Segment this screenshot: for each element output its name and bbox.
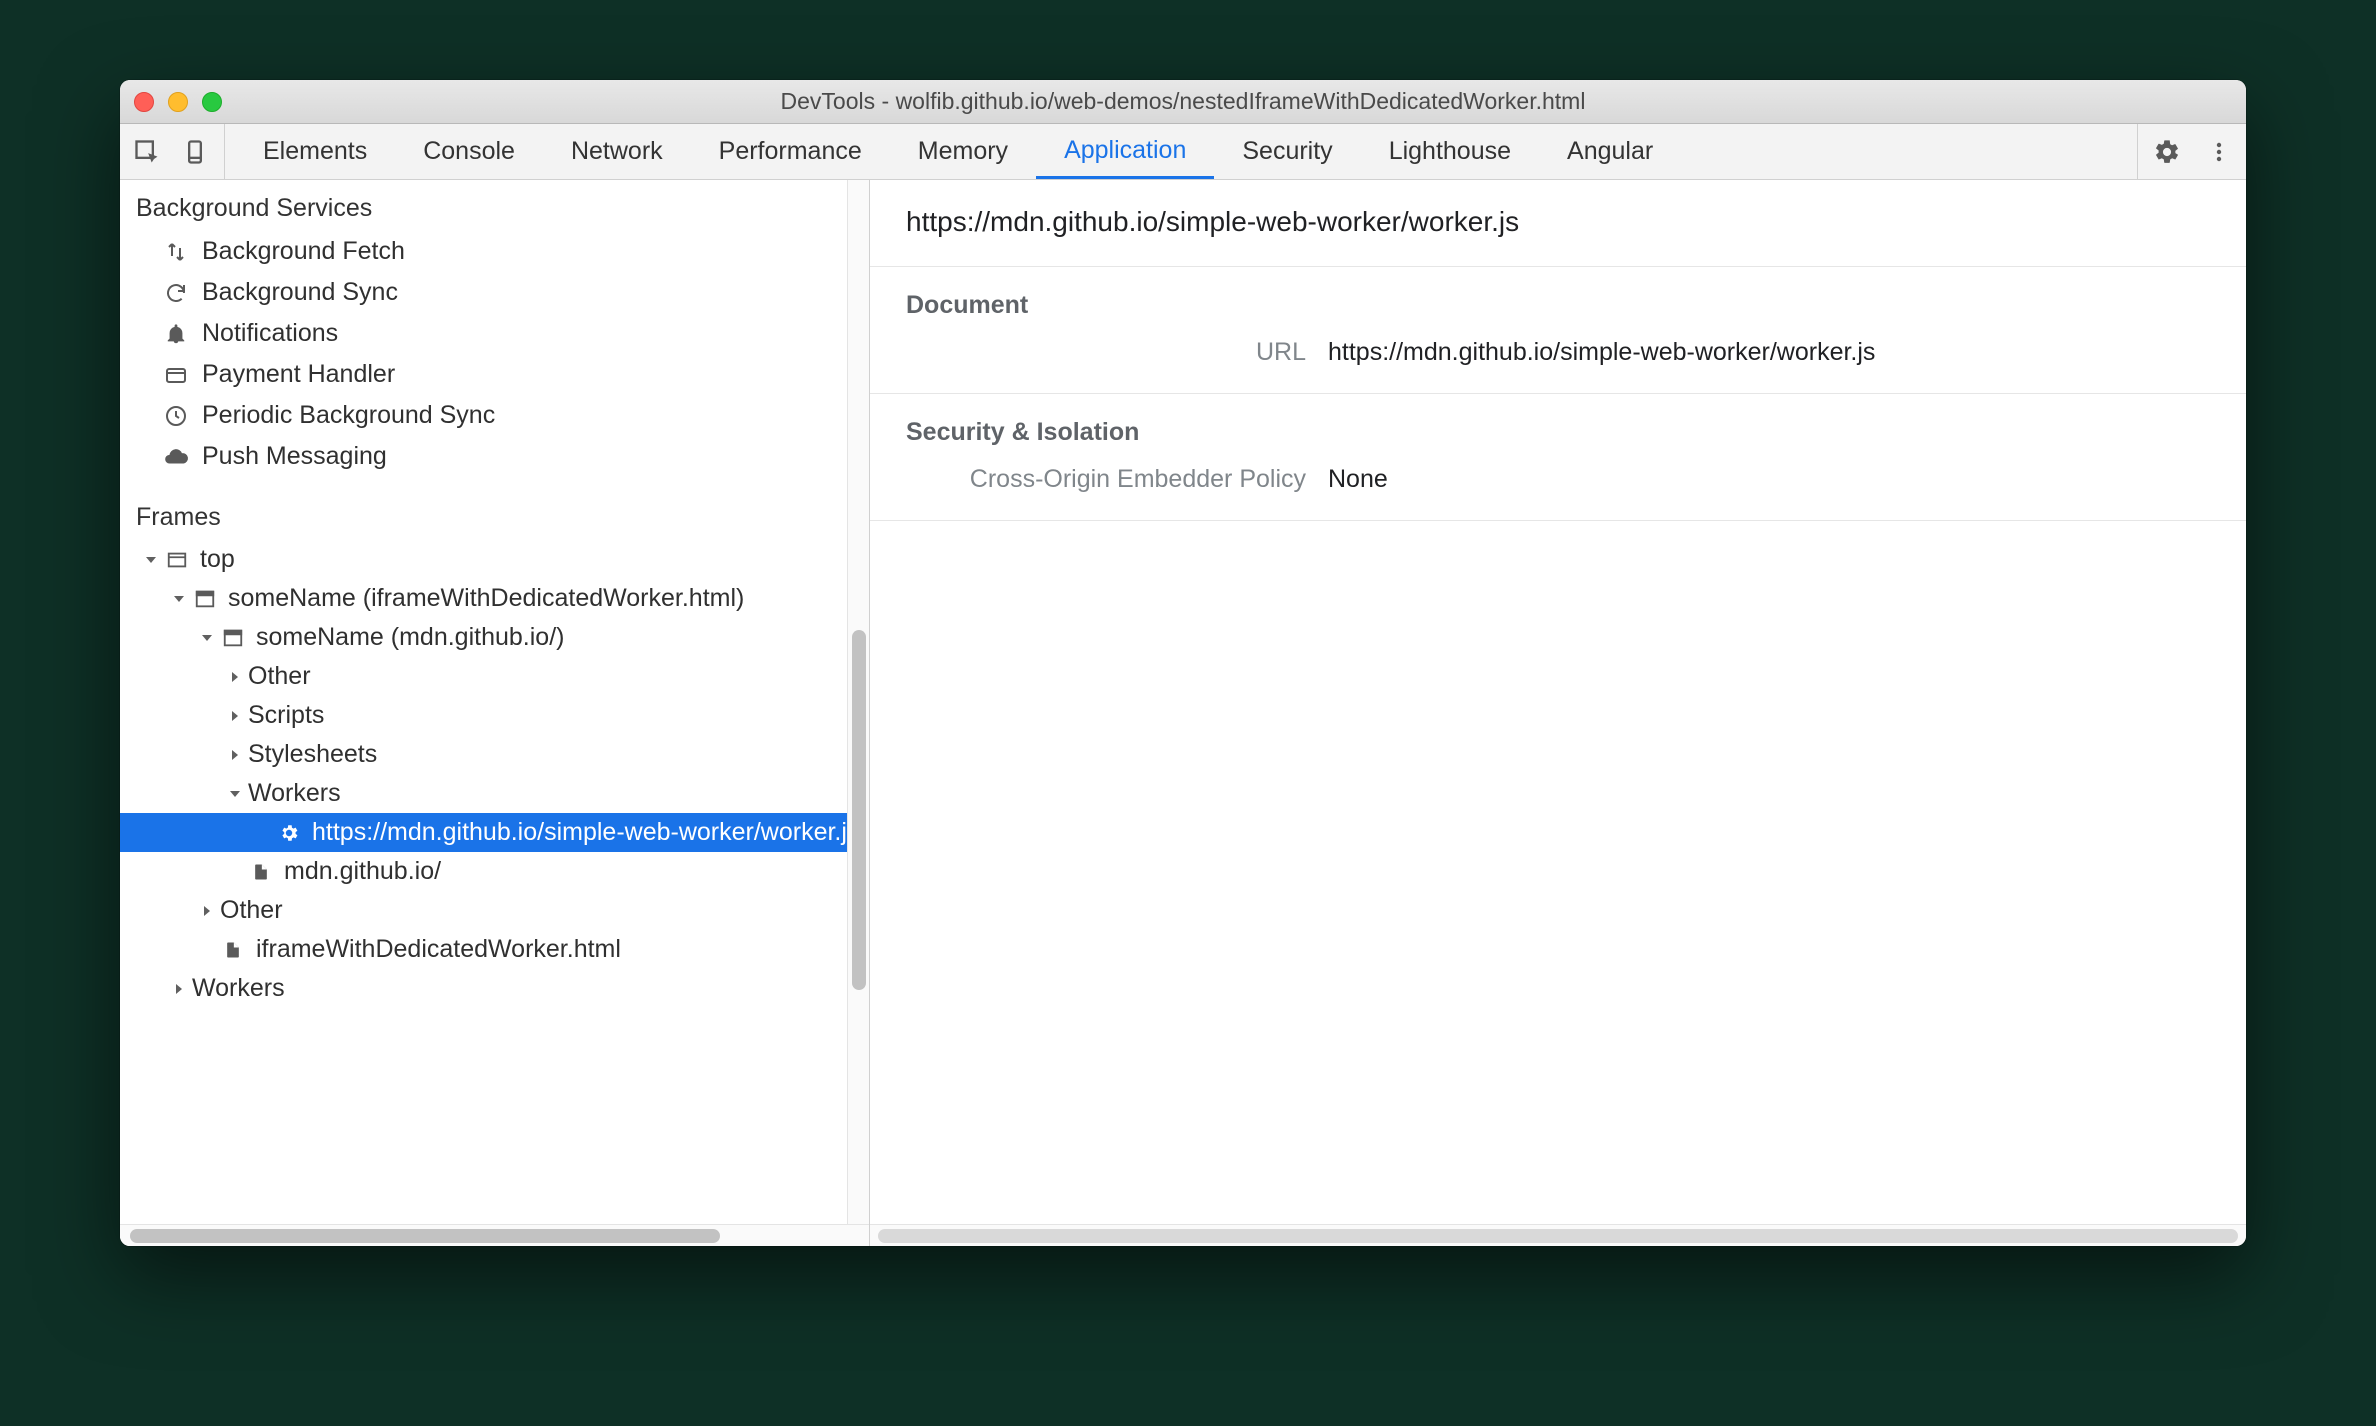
bg-item-payment-handler[interactable]: Payment Handler	[120, 354, 869, 395]
cloud-icon	[162, 443, 190, 471]
updown-icon	[162, 238, 190, 266]
tree-item[interactable]: Workers	[120, 969, 869, 1008]
frame-icon	[220, 625, 246, 651]
bg-item-background-fetch[interactable]: Background Fetch	[120, 231, 869, 272]
tab-console[interactable]: Console	[395, 124, 543, 179]
tab-application[interactable]: Application	[1036, 124, 1214, 179]
tab-elements[interactable]: Elements	[235, 124, 395, 179]
frames-heading: Frames	[120, 495, 869, 540]
file-icon	[220, 937, 246, 963]
tree-label: Workers	[248, 779, 341, 808]
clock-icon	[162, 402, 190, 430]
tree-item[interactable]: https://mdn.github.io/simple-web-worker/…	[120, 813, 869, 852]
tab-performance[interactable]: Performance	[691, 124, 890, 179]
tree-item[interactable]: Other	[120, 891, 869, 930]
sidebar-vscroll[interactable]	[847, 180, 869, 1224]
disclosure-triangle[interactable]	[198, 902, 216, 920]
tree-label: top	[200, 545, 235, 574]
tree-label: iframeWithDedicatedWorker.html	[256, 935, 621, 964]
device-icon[interactable]	[180, 137, 210, 167]
tree-item[interactable]: someName (iframeWithDedicatedWorker.html…	[120, 579, 869, 618]
bg-item-notifications[interactable]: Notifications	[120, 313, 869, 354]
tab-memory[interactable]: Memory	[890, 124, 1036, 179]
sidebar: Background Services Background Fetch Back…	[120, 180, 870, 1246]
document-section: Document URL https://mdn.github.io/simpl…	[870, 267, 2246, 394]
bg-services-heading: Background Services	[120, 186, 869, 231]
settings-icon[interactable]	[2152, 137, 2182, 167]
disclosure-triangle[interactable]	[170, 980, 188, 998]
security-section: Security & Isolation Cross-Origin Embedd…	[870, 394, 2246, 521]
bg-item-background-sync[interactable]: Background Sync	[120, 272, 869, 313]
devtools-window: DevTools - wolfib.github.io/web-demos/ne…	[120, 80, 2246, 1246]
url-label: URL	[906, 338, 1306, 367]
disclosure-triangle[interactable]	[226, 668, 244, 686]
main-panel: https://mdn.github.io/simple-web-worker/…	[870, 180, 2246, 1246]
file-icon	[248, 859, 274, 885]
tree-label: Other	[220, 896, 283, 925]
disclosure-triangle[interactable]	[226, 785, 244, 803]
sync-icon	[162, 279, 190, 307]
tree-item[interactable]: Scripts	[120, 696, 869, 735]
tab-angular[interactable]: Angular	[1539, 124, 1681, 179]
coep-value: None	[1328, 465, 1388, 494]
kebab-icon[interactable]	[2204, 137, 2234, 167]
disclosure-triangle[interactable]	[226, 707, 244, 725]
frame-icon	[192, 586, 218, 612]
disclosure-triangle[interactable]	[198, 629, 216, 647]
tree-item[interactable]: Stylesheets	[120, 735, 869, 774]
window-icon	[164, 547, 190, 573]
bell-icon	[162, 320, 190, 348]
content: Background Services Background Fetch Back…	[120, 180, 2246, 1246]
panel-tabs: ElementsConsoleNetworkPerformanceMemoryA…	[235, 124, 1681, 179]
bg-item-push-messaging[interactable]: Push Messaging	[120, 436, 869, 477]
bg-item-label: Payment Handler	[202, 360, 395, 389]
detail-heading: https://mdn.github.io/simple-web-worker/…	[870, 180, 2246, 267]
titlebar: DevTools - wolfib.github.io/web-demos/ne…	[120, 80, 2246, 124]
tree-item[interactable]: someName (mdn.github.io/)	[120, 618, 869, 657]
url-value: https://mdn.github.io/simple-web-worker/…	[1328, 338, 1875, 367]
main-hscroll[interactable]	[870, 1224, 2246, 1246]
bg-item-label: Push Messaging	[202, 442, 387, 471]
tree-label: Scripts	[248, 701, 324, 730]
tree-label: Workers	[192, 974, 285, 1003]
tree-item[interactable]: Workers	[120, 774, 869, 813]
tree-item[interactable]: iframeWithDedicatedWorker.html	[120, 930, 869, 969]
tree-label: Stylesheets	[248, 740, 377, 769]
security-title: Security & Isolation	[906, 418, 2210, 447]
inspect-icon[interactable]	[132, 137, 162, 167]
tab-security[interactable]: Security	[1214, 124, 1360, 179]
bg-item-periodic-background-sync[interactable]: Periodic Background Sync	[120, 395, 869, 436]
coep-label: Cross-Origin Embedder Policy	[906, 465, 1306, 494]
toolbar: ElementsConsoleNetworkPerformanceMemoryA…	[120, 124, 2246, 180]
tree-label: Other	[248, 662, 311, 691]
bg-item-label: Notifications	[202, 319, 338, 348]
disclosure-triangle[interactable]	[170, 590, 188, 608]
sidebar-hscroll[interactable]	[120, 1224, 869, 1246]
tree-label: someName (iframeWithDedicatedWorker.html…	[228, 584, 744, 613]
tree-item[interactable]: mdn.github.io/	[120, 852, 869, 891]
tree-label: https://mdn.github.io/simple-web-worker/…	[312, 818, 859, 847]
bg-item-label: Background Fetch	[202, 237, 405, 266]
gear-icon	[276, 820, 302, 846]
tree-item[interactable]: Other	[120, 657, 869, 696]
disclosure-triangle[interactable]	[226, 746, 244, 764]
tab-lighthouse[interactable]: Lighthouse	[1361, 124, 1539, 179]
window-title: DevTools - wolfib.github.io/web-demos/ne…	[120, 88, 2246, 115]
disclosure-triangle[interactable]	[142, 551, 160, 569]
card-icon	[162, 361, 190, 389]
tree-label: mdn.github.io/	[284, 857, 441, 886]
tab-network[interactable]: Network	[543, 124, 691, 179]
bg-item-label: Background Sync	[202, 278, 398, 307]
tree-label: someName (mdn.github.io/)	[256, 623, 564, 652]
document-title: Document	[906, 291, 2210, 320]
bg-item-label: Periodic Background Sync	[202, 401, 495, 430]
tree-item[interactable]: top	[120, 540, 869, 579]
